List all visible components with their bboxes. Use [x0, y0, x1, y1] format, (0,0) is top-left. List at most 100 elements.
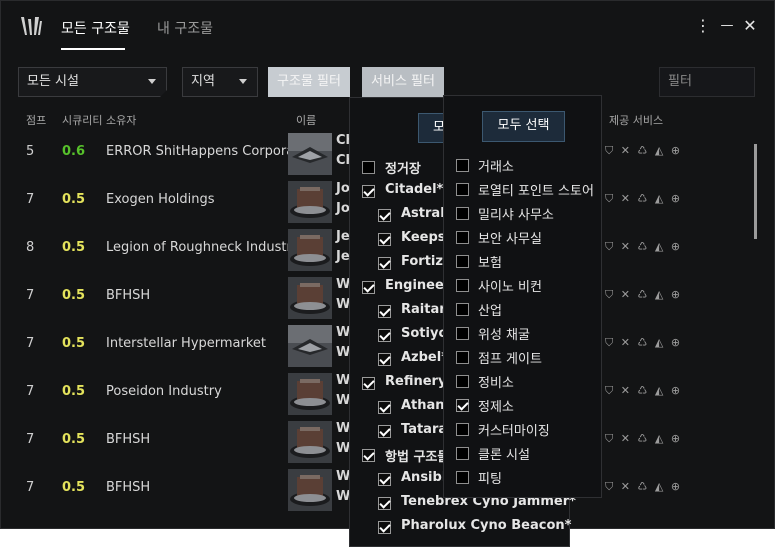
checkbox[interactable]	[456, 375, 469, 388]
structure-thumbnail	[288, 421, 332, 463]
checkbox[interactable]	[456, 159, 469, 172]
checkbox[interactable]	[378, 209, 391, 222]
structure-filter-option-label: Ansibl	[401, 470, 447, 485]
row-jumps: 7	[26, 288, 35, 303]
checkbox[interactable]	[456, 255, 469, 268]
checkbox[interactable]	[362, 449, 375, 462]
row-security: 0.5	[62, 240, 86, 255]
structure-filter-option-label: Sotiyo	[401, 326, 448, 341]
clone-icon: ◭	[654, 192, 666, 205]
checkbox[interactable]	[456, 471, 469, 484]
active-tab-indicator	[61, 48, 125, 50]
checkbox[interactable]	[456, 327, 469, 340]
tab-all-structures[interactable]: 모든 구조물	[61, 18, 130, 38]
clone-icon: ◭	[654, 432, 666, 445]
row-owner[interactable]: BFHSH	[106, 288, 288, 303]
scrollbar-thumb[interactable]	[754, 144, 757, 239]
checkbox[interactable]	[456, 183, 469, 196]
checkbox[interactable]	[378, 329, 391, 342]
service-filter-button[interactable]: 서비스 필터	[362, 67, 444, 97]
close-icon[interactable]: ✕	[739, 13, 761, 39]
row-jumps: 7	[26, 384, 35, 399]
shield-icon: ⛉	[605, 240, 616, 253]
row-owner[interactable]: Interstellar Hypermarket	[106, 336, 288, 351]
clone-icon: ◭	[654, 288, 666, 301]
arrow-up-icon: ⊕	[670, 336, 683, 349]
arrow-up-icon: ⊕	[670, 432, 683, 445]
checkbox[interactable]	[378, 353, 391, 366]
row-name-line1: Je	[336, 229, 350, 244]
checkbox[interactable]	[456, 399, 469, 412]
row-owner[interactable]: ERROR ShitHappens Corpora	[106, 144, 288, 159]
checkbox[interactable]	[378, 425, 391, 438]
shield-icon: ⛉	[605, 336, 616, 349]
col-header-owner[interactable]: 소유자	[106, 112, 136, 128]
checkbox[interactable]	[362, 281, 375, 294]
checkbox[interactable]	[378, 521, 391, 534]
tab-my-structures[interactable]: 내 구조물	[157, 18, 213, 38]
checkbox[interactable]	[456, 279, 469, 292]
structure-filter-button[interactable]: 구조물 필터	[268, 67, 350, 97]
row-security: 0.5	[62, 384, 86, 399]
checkbox[interactable]	[456, 207, 469, 220]
service-filter-option-label: 밀리샤 사무소	[478, 208, 554, 223]
row-owner[interactable]: BFHSH	[106, 432, 288, 447]
row-security: 0.5	[62, 192, 86, 207]
col-header-name[interactable]: 이름	[296, 112, 316, 128]
service-filter-option-label: 보험	[478, 256, 502, 271]
filter-search-input[interactable]: 필터	[659, 67, 755, 97]
checkbox[interactable]	[378, 473, 391, 486]
row-security: 0.6	[62, 144, 86, 159]
arrow-up-icon: ⊕	[670, 240, 683, 253]
row-jumps: 7	[26, 192, 35, 207]
structure-filter-option-label: Tatara	[401, 422, 448, 437]
structure-thumbnail	[288, 277, 332, 319]
service-select-all-button[interactable]: 모두 선택	[482, 111, 565, 142]
checkbox[interactable]	[456, 303, 469, 316]
recycle-icon: ♺	[637, 240, 650, 253]
arrow-up-icon: ⊕	[670, 288, 683, 301]
row-owner[interactable]: BFHSH	[106, 480, 288, 495]
structure-filter-option-label: Azbel*	[401, 350, 449, 365]
checkbox[interactable]	[456, 351, 469, 364]
clone-icon: ◭	[654, 336, 666, 349]
checkbox[interactable]	[378, 497, 391, 510]
row-security: 0.5	[62, 432, 86, 447]
recycle-icon: ♺	[637, 432, 650, 445]
col-header-jumps[interactable]: 점프	[26, 112, 46, 128]
wrench-icon: ✕	[620, 288, 632, 301]
checkbox[interactable]	[378, 305, 391, 318]
checkbox[interactable]	[456, 231, 469, 244]
checkbox[interactable]	[378, 257, 391, 270]
checkbox[interactable]	[362, 377, 375, 390]
structure-filter-option-label: 정거장	[385, 162, 421, 177]
minimize-icon[interactable]: —	[716, 13, 738, 39]
col-header-security[interactable]: 시큐리티	[62, 112, 102, 128]
wrench-icon: ✕	[620, 384, 632, 397]
checkbox[interactable]	[378, 233, 391, 246]
wrench-icon: ✕	[620, 480, 632, 493]
service-icons: ⛉ ✕ ♺ ◭ ⊕	[605, 192, 715, 206]
wrench-icon: ✕	[620, 432, 632, 445]
structure-thumbnail	[288, 133, 332, 175]
row-jumps: 7	[26, 336, 35, 351]
checkbox[interactable]	[378, 401, 391, 414]
clone-icon: ◭	[654, 480, 666, 493]
service-icons: ⛉ ✕ ♺ ◭ ⊕	[605, 432, 715, 446]
row-name-line2: Je	[336, 249, 350, 264]
row-owner[interactable]: Legion of Roughneck Industri	[106, 240, 288, 255]
recycle-icon: ♺	[637, 480, 650, 493]
shield-icon: ⛉	[605, 480, 616, 493]
service-filter-option-label: 사이노 비컨	[478, 280, 542, 295]
row-owner[interactable]: Poseidon Industry	[106, 384, 288, 399]
row-owner[interactable]: Exogen Holdings	[106, 192, 288, 207]
checkbox[interactable]	[362, 185, 375, 198]
checkbox[interactable]	[456, 423, 469, 436]
structure-filter-option-label: Engineer	[385, 278, 451, 293]
checkbox[interactable]	[362, 161, 375, 174]
checkbox[interactable]	[456, 447, 469, 460]
facility-dropdown[interactable]: 모든 시설	[18, 67, 167, 97]
region-dropdown[interactable]: 지역	[182, 67, 258, 97]
col-header-services[interactable]: 제공 서비스	[609, 112, 663, 128]
more-options-icon[interactable]: ⋮	[692, 13, 714, 39]
